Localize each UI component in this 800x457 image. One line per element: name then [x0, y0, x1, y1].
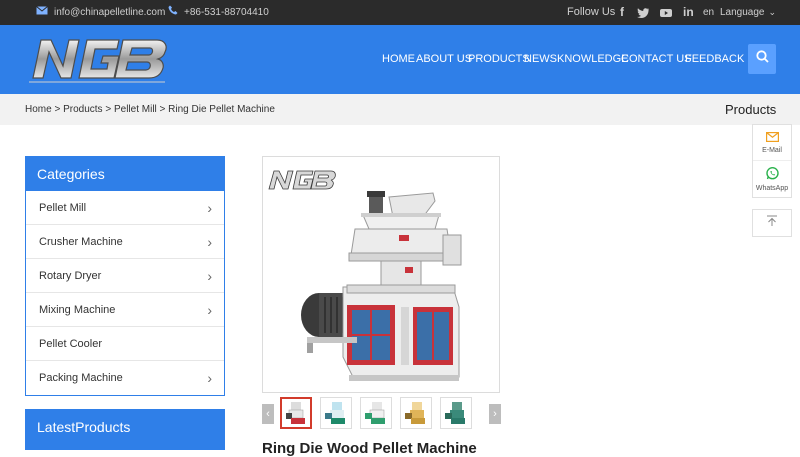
product-thumbnail[interactable]: [360, 397, 392, 429]
phone-icon: [168, 0, 178, 25]
phone-text: +86-531-88704410: [184, 7, 269, 18]
breadcrumb-pellet-mill[interactable]: Pellet Mill: [114, 104, 157, 115]
categories-panel: Categories Pellet Mill › Crusher Machine…: [25, 156, 225, 396]
breadcrumb-separator: >: [159, 104, 166, 115]
categories-title: Categories: [26, 157, 224, 191]
breadcrumb-bar: Home > Products > Pellet Mill > Ring Die…: [0, 94, 800, 125]
product-thumbnail[interactable]: [320, 397, 352, 429]
language-label: Language: [720, 7, 765, 18]
arrow-up-icon: [766, 214, 778, 232]
nav-contact-us[interactable]: CONTACT US: [621, 25, 692, 94]
email-contact[interactable]: info@chinapelletline.com: [36, 0, 165, 25]
facebook-icon[interactable]: f: [620, 0, 624, 25]
category-pellet-cooler[interactable]: Pellet Cooler: [26, 327, 224, 361]
back-to-top-button[interactable]: [752, 209, 792, 237]
float-email-label: E-Mail: [762, 146, 782, 154]
product-title: Ring Die Wood Pellet Machine: [262, 440, 477, 457]
product-thumbnail[interactable]: [440, 397, 472, 429]
site-header: HOME ABOUT US PRODUCTS NEWS KNOWLEDGE CO…: [0, 25, 800, 94]
chevron-right-icon: ›: [493, 408, 497, 420]
thumbnail-next-button[interactable]: ›: [489, 404, 501, 424]
language-selector[interactable]: Language ⌄: [720, 0, 776, 25]
category-crusher-machine[interactable]: Crusher Machine ›: [26, 225, 224, 259]
nav-news[interactable]: NEWS: [524, 25, 557, 94]
breadcrumb: Home > Products > Pellet Mill > Ring Die…: [25, 94, 275, 125]
category-rotary-dryer[interactable]: Rotary Dryer ›: [26, 259, 224, 293]
chevron-right-icon[interactable]: ›: [207, 361, 212, 395]
breadcrumb-home[interactable]: Home: [25, 104, 52, 115]
envelope-icon: [36, 0, 48, 25]
float-email-button[interactable]: E-Mail: [753, 125, 791, 161]
breadcrumb-separator: >: [54, 104, 61, 115]
twitter-icon[interactable]: [637, 0, 649, 25]
float-whatsapp-label: WhatsApp: [755, 184, 789, 192]
search-button[interactable]: [748, 44, 776, 74]
chevron-right-icon[interactable]: ›: [207, 259, 212, 293]
thumbnail-prev-button[interactable]: ‹: [262, 404, 274, 424]
chevron-right-icon[interactable]: ›: [207, 293, 212, 327]
category-label: Crusher Machine: [39, 236, 123, 248]
latest-products-title: LatestProducts: [37, 419, 131, 435]
breadcrumb-products[interactable]: Products: [63, 104, 102, 115]
email-text: info@chinapelletline.com: [54, 7, 166, 18]
category-label: Mixing Machine: [39, 304, 116, 316]
chevron-right-icon[interactable]: ›: [207, 225, 212, 259]
floating-contact: E-Mail WhatsApp: [752, 124, 792, 198]
breadcrumb-current[interactable]: Ring Die Pellet Machine: [168, 104, 275, 115]
envelope-icon: [765, 131, 779, 144]
chevron-down-icon: ⌄: [768, 7, 777, 17]
chevron-left-icon: ‹: [266, 408, 270, 420]
category-label: Pellet Mill: [39, 202, 87, 214]
search-icon: [755, 50, 769, 68]
product-thumbnail[interactable]: [400, 397, 432, 429]
youtube-icon[interactable]: [660, 0, 672, 25]
category-label: Rotary Dryer: [39, 270, 102, 282]
linkedin-icon[interactable]: in: [683, 0, 694, 25]
thumbnail-strip: ‹ ›: [262, 396, 501, 430]
follow-us-label: Follow Us: [567, 6, 616, 18]
phone-contact[interactable]: +86-531-88704410: [168, 0, 269, 25]
nav-products[interactable]: PRODUCTS: [468, 25, 530, 94]
category-label: Pellet Cooler: [39, 338, 102, 350]
category-pellet-mill[interactable]: Pellet Mill ›: [26, 191, 224, 225]
chevron-right-icon[interactable]: ›: [207, 191, 212, 225]
product-logo: [268, 170, 336, 190]
section-title: Products: [725, 102, 777, 117]
nav-about-us[interactable]: ABOUT US: [416, 25, 472, 94]
nav-feedback[interactable]: FEEDBACK: [685, 25, 744, 94]
nav-knowledge[interactable]: KNOWLEDGE: [557, 25, 629, 94]
category-label: Packing Machine: [39, 372, 123, 384]
site-logo[interactable]: [25, 32, 171, 86]
language-code[interactable]: en: [703, 0, 714, 25]
product-main-image[interactable]: [262, 156, 500, 393]
category-packing-machine[interactable]: Packing Machine ›: [26, 361, 224, 395]
whatsapp-icon: [765, 166, 779, 182]
nav-home[interactable]: HOME: [382, 25, 415, 94]
latest-products-panel: LatestProducts: [25, 409, 225, 450]
category-mixing-machine[interactable]: Mixing Machine ›: [26, 293, 224, 327]
top-bar: info@chinapelletline.com +86-531-8870441…: [0, 0, 800, 25]
breadcrumb-separator: >: [105, 104, 112, 115]
product-thumbnail[interactable]: [280, 397, 312, 429]
float-whatsapp-button[interactable]: WhatsApp: [753, 161, 791, 197]
